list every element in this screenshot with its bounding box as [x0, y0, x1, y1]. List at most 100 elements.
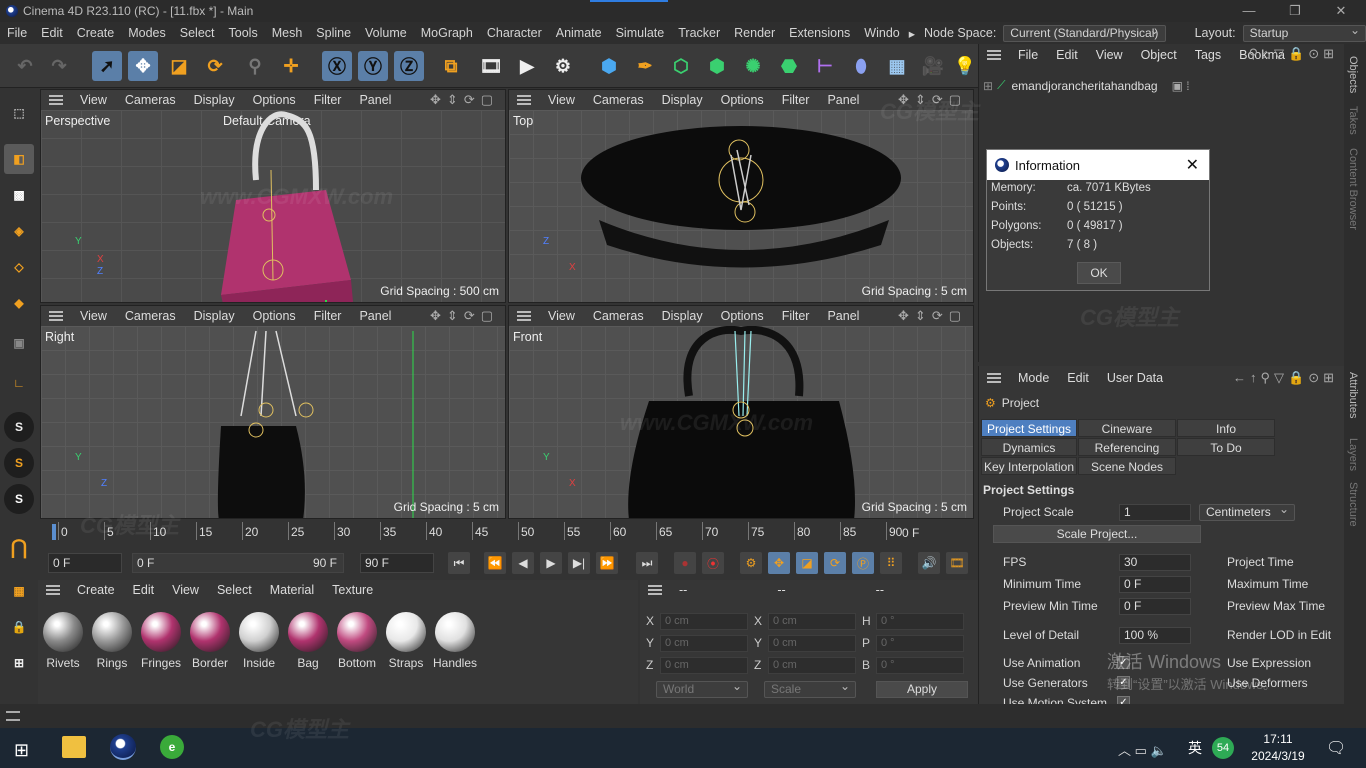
action-center-icon[interactable]: 🗨 [1326, 738, 1346, 758]
status-menu-icon[interactable] [6, 711, 20, 721]
object-row[interactable]: ⊞ ⟋ emandjorancheritahandbag ▣ ⁞ [983, 78, 1190, 93]
render-settings-icon[interactable]: ⚙ [548, 51, 578, 81]
tab-structure[interactable]: Structure [1347, 482, 1359, 527]
viewport-menu-icon[interactable] [49, 311, 63, 321]
vp-menu-filter[interactable]: Filter [305, 309, 351, 323]
mat-menu-select[interactable]: Select [208, 583, 261, 597]
coord-scale-select[interactable]: Scale [764, 679, 856, 698]
material-item[interactable]: Straps [383, 610, 429, 670]
vp-menu-view[interactable]: View [539, 309, 584, 323]
make-editable-icon[interactable]: ⬚ [4, 98, 34, 128]
expand-icon[interactable]: ⊞ [983, 79, 993, 93]
object-menu-icon[interactable] [987, 50, 1001, 60]
tab-attributes[interactable]: Attributes [1347, 372, 1359, 418]
viewport-nav-icons[interactable]: ✥⇕⟳▢ [430, 92, 499, 108]
record-icon[interactable]: ⦿ [702, 552, 724, 574]
mat-menu-texture[interactable]: Texture [323, 583, 382, 597]
project-scale-field[interactable]: 1 [1119, 504, 1191, 521]
coord-value-field[interactable]: 0 cm [768, 613, 856, 630]
render-view-icon[interactable]: 🎞 [476, 51, 506, 81]
sound-icon[interactable]: 🔊 [918, 552, 940, 574]
vp-menu-options[interactable]: Options [712, 309, 773, 323]
x-axis-lock-icon[interactable]: Ⓧ [322, 51, 352, 81]
undo-icon[interactable]: ↶ [10, 51, 40, 81]
object-visibility-icon[interactable]: ▣ ⁞ [1172, 79, 1190, 93]
vp-menu-filter[interactable]: Filter [305, 93, 351, 107]
menu-character[interactable]: Character [480, 26, 549, 40]
array-icon[interactable]: ⬣ [774, 51, 804, 81]
mat-menu-edit[interactable]: Edit [124, 583, 164, 597]
timeline-ruler[interactable]: 0 5 10 15 20 25 30 35 40 45 50 55 60 65 70 75 80 85 90 0 F [38, 520, 978, 544]
mograph-cloner-icon[interactable]: ✺ [738, 51, 768, 81]
rotate-tool-icon[interactable]: ⟳ [200, 51, 230, 81]
vp-menu-view[interactable]: View [71, 93, 116, 107]
material-item[interactable]: Fringes [138, 610, 184, 670]
next-frame-icon[interactable]: ▶| [568, 552, 590, 574]
preview-min-field[interactable]: 0 F [1119, 598, 1191, 615]
windows-start-icon[interactable]: ⊞ [14, 740, 29, 761]
menu-volume[interactable]: Volume [358, 26, 414, 40]
layout-select[interactable]: Startup [1242, 23, 1366, 42]
node-space-select[interactable]: Current (Standard/Physical) [1003, 23, 1166, 42]
tab-dynamics[interactable]: Dynamics [981, 438, 1077, 456]
next-key-icon[interactable]: ⏩ [596, 552, 618, 574]
vp-menu-cameras[interactable]: Cameras [116, 309, 185, 323]
light-icon[interactable]: 💡 [954, 51, 976, 81]
tab-cineware[interactable]: Cineware [1078, 419, 1176, 437]
tab-takes[interactable]: Takes [1347, 106, 1359, 135]
floor-icon[interactable]: ▦ [882, 51, 912, 81]
keyframe-selection-icon[interactable]: ⚙ [740, 552, 762, 574]
tab-info[interactable]: Info [1177, 419, 1275, 437]
vp-menu-cameras[interactable]: Cameras [584, 93, 653, 107]
goto-start-icon[interactable]: ⏮ [448, 552, 470, 574]
mat-menu-create[interactable]: Create [68, 583, 124, 597]
menu-window[interactable]: Windo [857, 26, 906, 40]
coord-value-field[interactable]: 0 cm [660, 613, 748, 630]
film-icon[interactable]: 🎞 [946, 552, 968, 574]
coord-value-field[interactable]: 0 cm [768, 635, 856, 652]
attr-toolbar-icons[interactable]: ←↑⚲▽🔒⊙⊞ [1233, 370, 1338, 386]
prev-frame-icon[interactable]: ◀ [512, 552, 534, 574]
model-mode-icon[interactable]: ◧ [4, 144, 34, 174]
menu-tracker[interactable]: Tracker [671, 26, 727, 40]
select-tool-icon[interactable]: ➚ [92, 51, 122, 81]
attr-menu-edit[interactable]: Edit [1058, 371, 1098, 385]
lock-workplane-icon[interactable]: 🔒 [4, 612, 34, 642]
menu-extensions[interactable]: Extensions [782, 26, 857, 40]
viewport-menu-icon[interactable] [517, 311, 531, 321]
coordinate-system-icon[interactable]: ⧉ [436, 51, 466, 81]
viewport-front[interactable]: View Cameras Display Options Filter Pane… [508, 305, 974, 519]
viewport-top[interactable]: View Cameras Display Options Filter Pane… [508, 89, 974, 303]
om-toolbar-icons[interactable]: ⚲⌂▽🔒⊙⊞ [1249, 46, 1338, 62]
tab-objects[interactable]: Objects [1347, 56, 1359, 93]
edges-mode-icon[interactable]: ◇ [4, 252, 34, 282]
om-menu-object[interactable]: Object [1132, 48, 1186, 62]
file-explorer-icon[interactable] [62, 736, 86, 758]
field-icon[interactable]: ⬮ [846, 51, 876, 81]
material-item[interactable]: Border [187, 610, 233, 670]
key-pla-icon[interactable]: ⠿ [880, 552, 902, 574]
mat-menu-view[interactable]: View [163, 583, 208, 597]
vp-menu-options[interactable]: Options [244, 309, 305, 323]
vp-menu-panel[interactable]: Panel [818, 309, 868, 323]
coord-tool-icon[interactable]: ✛ [276, 51, 306, 81]
render-picture-viewer-icon[interactable]: ▶ [512, 51, 542, 81]
restore-icon[interactable]: ❐ [1272, 0, 1318, 22]
fps-field[interactable]: 30 [1119, 554, 1191, 571]
coord-value-field[interactable]: 0 cm [660, 635, 748, 652]
tab-scene-nodes[interactable]: Scene Nodes [1078, 457, 1176, 475]
vp-menu-cameras[interactable]: Cameras [116, 93, 185, 107]
lod-field[interactable]: 100 % [1119, 627, 1191, 644]
menu-tools[interactable]: Tools [222, 26, 265, 40]
material-item[interactable]: Handles [432, 610, 478, 670]
frame-range-slider[interactable]: 0 F 90 F [132, 553, 344, 573]
cube-icon[interactable]: ⬢ [594, 51, 624, 81]
redo-icon[interactable]: ↷ [44, 51, 74, 81]
y-axis-lock-icon[interactable]: Ⓨ [358, 51, 388, 81]
coord-value-field[interactable]: 0 ° [876, 657, 964, 674]
texture-mode-icon[interactable]: ▩ [4, 180, 34, 210]
coord-value-field[interactable]: 0 ° [876, 613, 964, 630]
pen-spline-icon[interactable]: ✒ [630, 51, 660, 81]
attribute-menu-icon[interactable] [987, 373, 1001, 383]
viewport-nav-icons[interactable]: ✥⇕⟳▢ [898, 308, 967, 324]
